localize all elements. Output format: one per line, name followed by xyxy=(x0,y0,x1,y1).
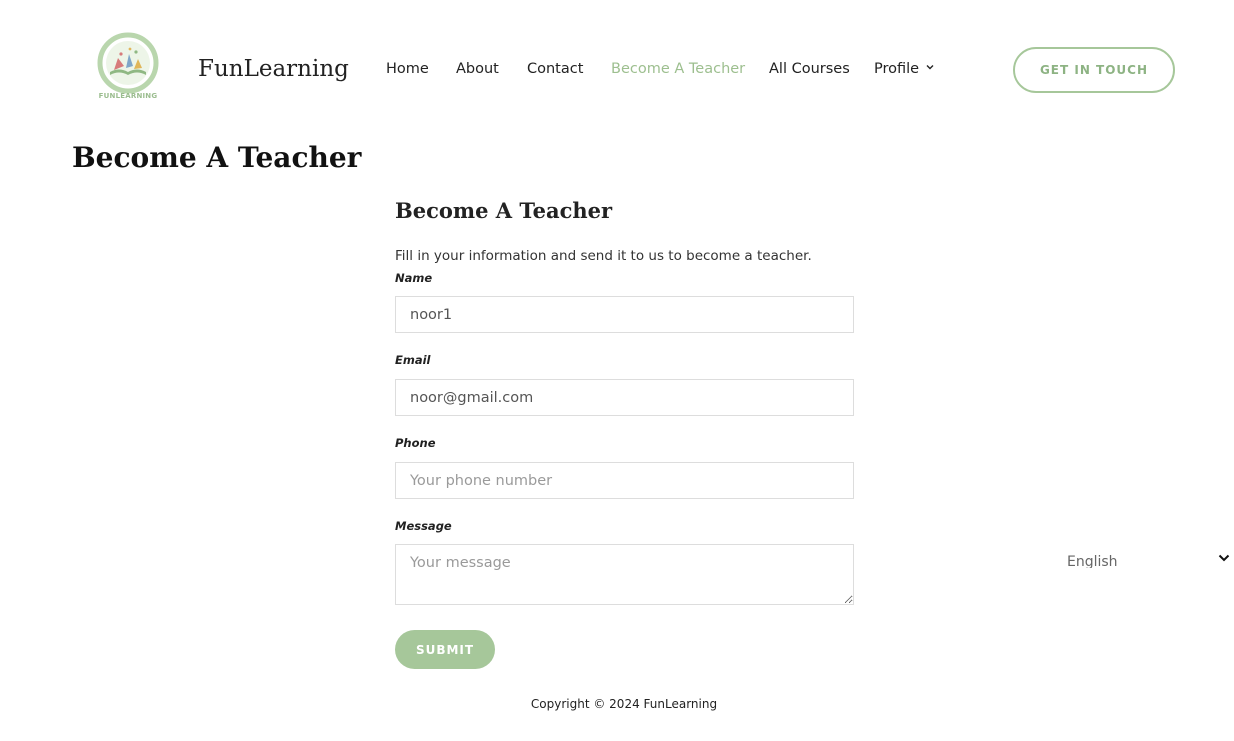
nav-about[interactable]: About xyxy=(456,61,499,77)
form-description: Fill in your information and send it to … xyxy=(395,248,812,264)
brand-name[interactable]: FunLearning xyxy=(198,56,349,82)
phone-label: Phone xyxy=(395,436,436,450)
page-title: Become A Teacher xyxy=(72,141,362,174)
name-field[interactable] xyxy=(395,296,854,333)
nav-all-courses[interactable]: All Courses xyxy=(769,61,850,77)
form-heading: Become A Teacher xyxy=(395,198,613,223)
language-selected: English xyxy=(1067,554,1118,568)
message-field[interactable] xyxy=(395,544,854,605)
message-label: Message xyxy=(395,519,452,533)
nav-become-a-teacher[interactable]: Become A Teacher xyxy=(611,61,745,77)
email-label: Email xyxy=(395,353,431,367)
email-field[interactable] xyxy=(395,379,854,416)
language-selector[interactable]: English xyxy=(1067,548,1234,568)
nav-profile[interactable]: Profile xyxy=(874,61,934,77)
site-logo[interactable]: FUNLEARNING xyxy=(90,30,166,104)
logo-caption: FUNLEARNING xyxy=(98,92,158,100)
chevron-down-icon xyxy=(926,65,934,70)
get-in-touch-button[interactable]: GET IN TOUCH xyxy=(1013,47,1175,93)
nav-contact[interactable]: Contact xyxy=(527,61,583,77)
logo-emblem-icon xyxy=(97,32,159,94)
nav-profile-label: Profile xyxy=(874,61,920,77)
phone-field[interactable] xyxy=(395,462,854,499)
copyright-text: Copyright © 2024 FunLearning xyxy=(530,697,718,711)
nav-home[interactable]: Home xyxy=(386,61,429,77)
submit-button[interactable]: SUBMIT xyxy=(395,630,495,669)
name-label: Name xyxy=(395,271,433,285)
chevron-down-icon xyxy=(1218,554,1230,562)
site-header: FUNLEARNING FunLearning Home About Conta… xyxy=(0,0,1234,140)
